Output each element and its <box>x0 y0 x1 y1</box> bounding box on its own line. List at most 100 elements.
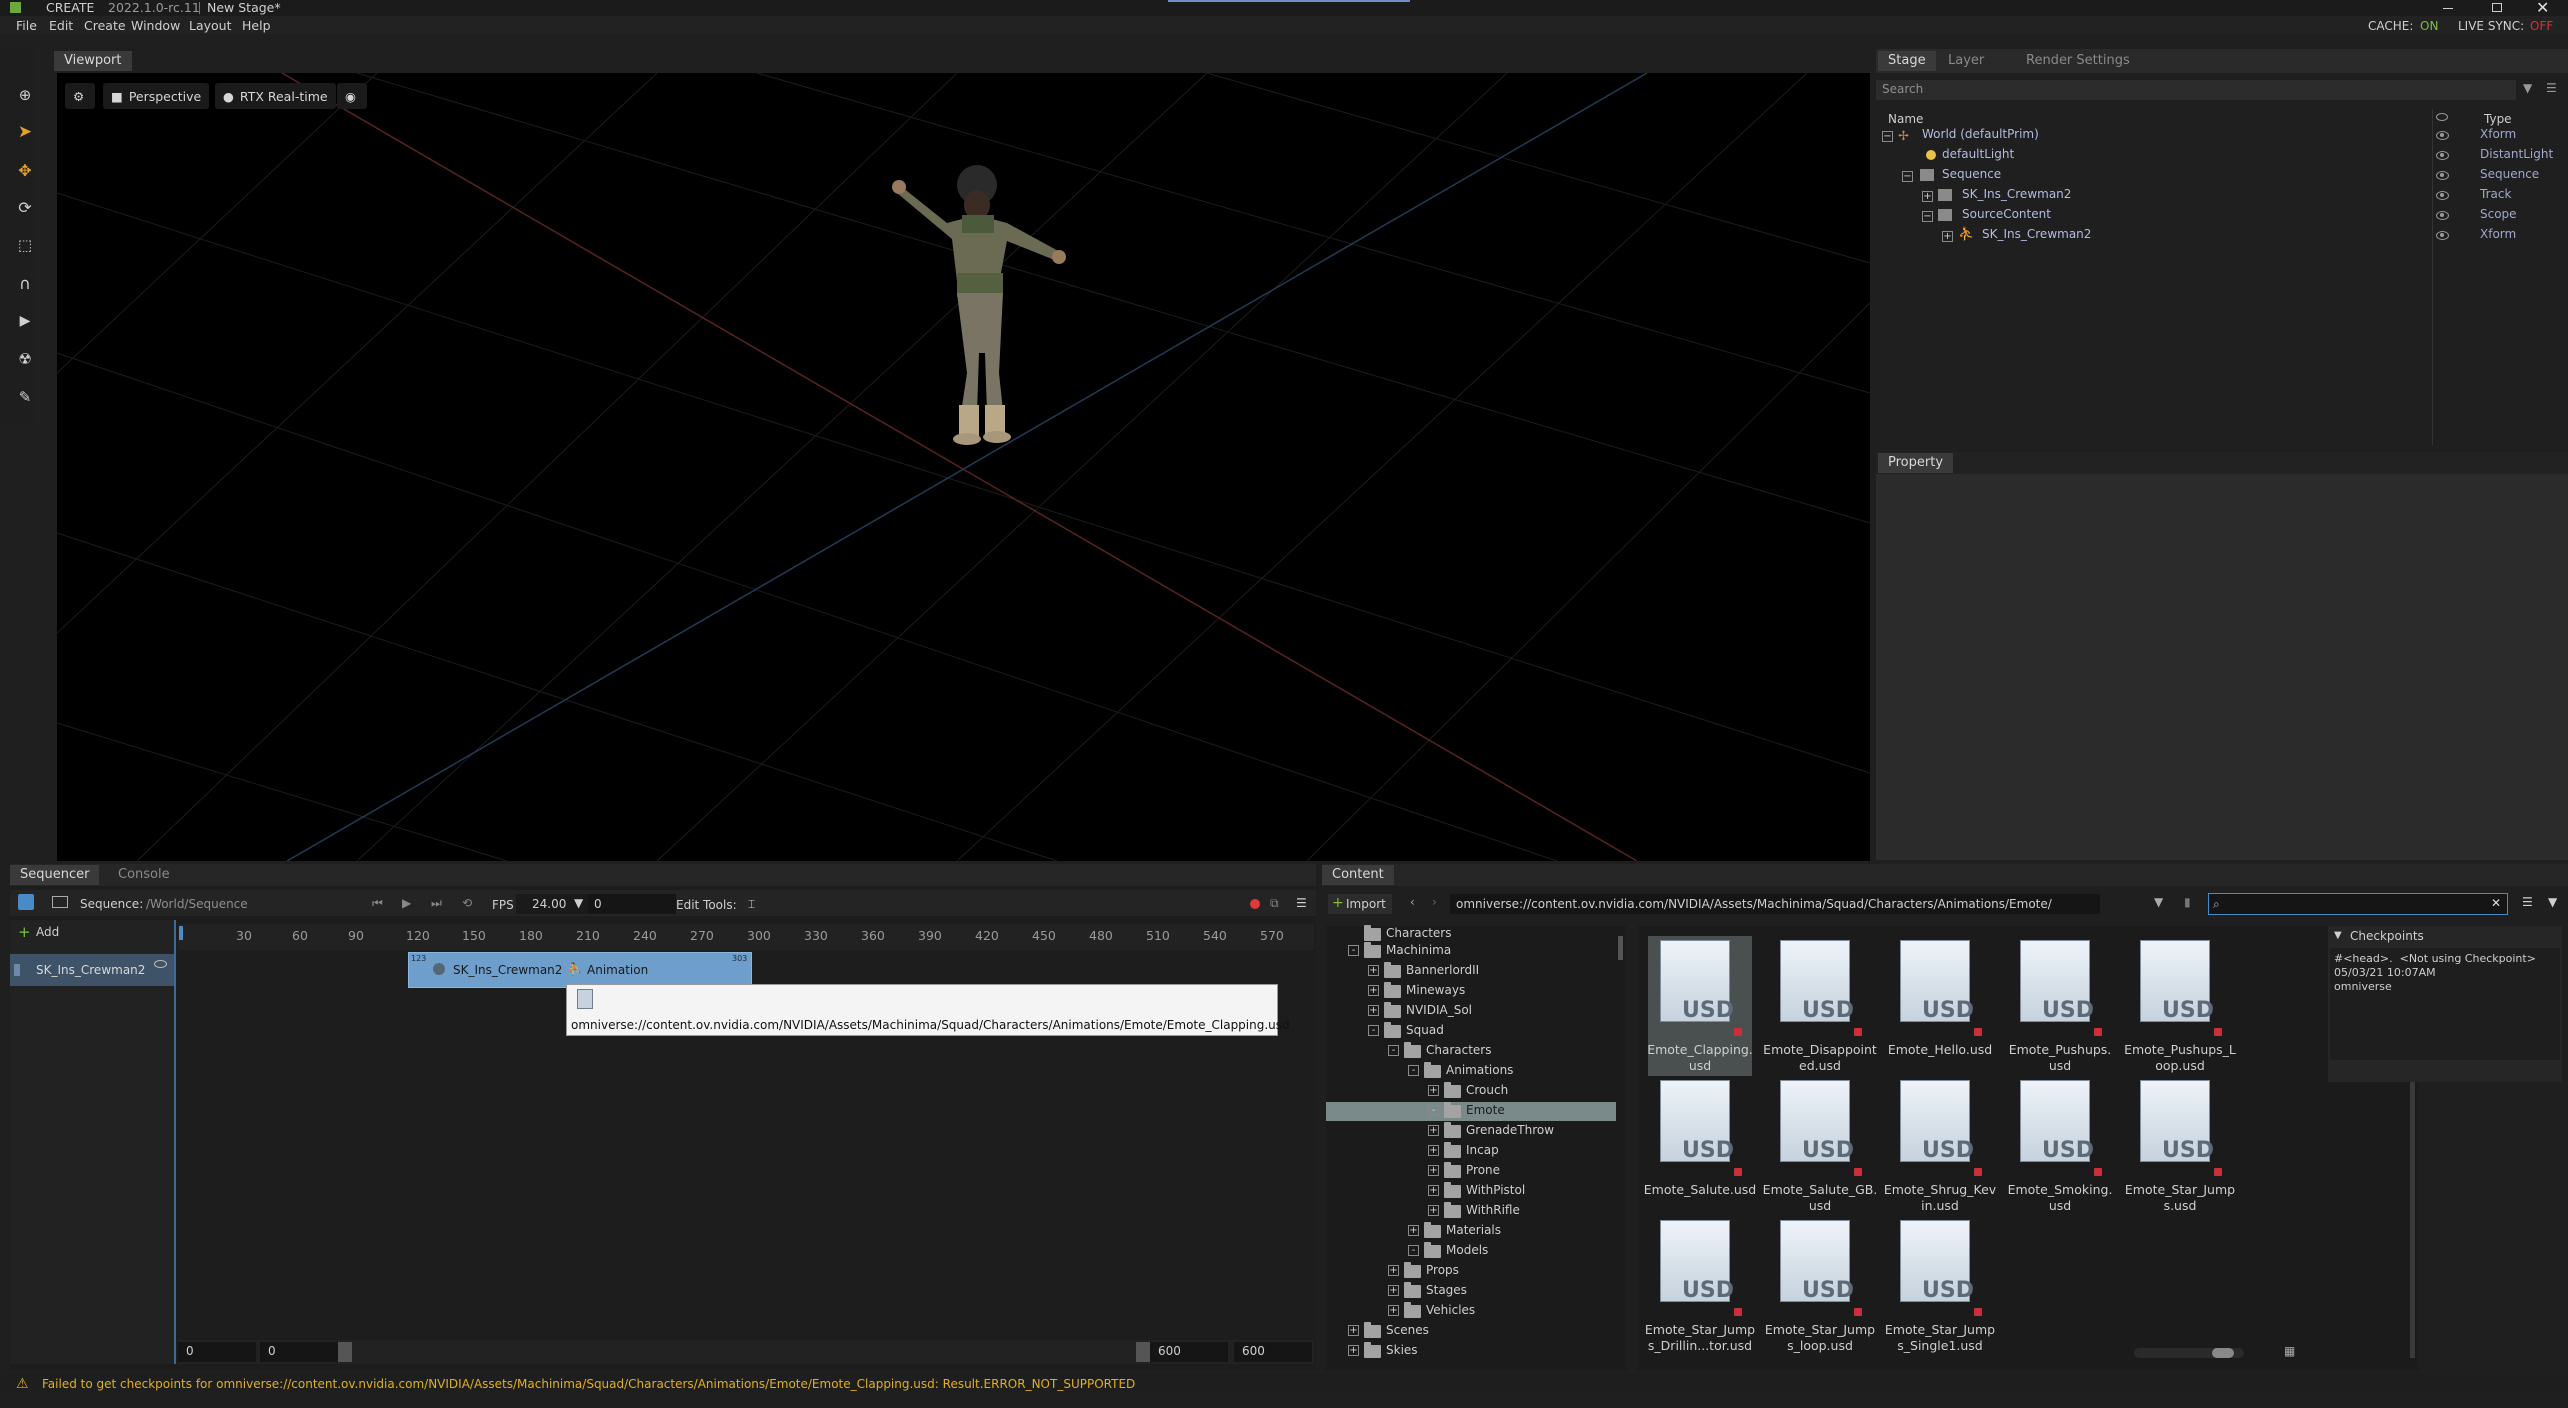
usd-file-icon[interactable]: USD <box>2140 940 2226 1038</box>
animation-clip[interactable]: 123 303 SK_Ins_Crewman2 ⛹ Animation <box>408 952 752 988</box>
eye-icon[interactable] <box>154 960 167 968</box>
tree-item[interactable]: WithRifle <box>1466 1203 1520 1217</box>
forward-arrow-icon[interactable]: › <box>1432 895 1437 909</box>
tree-item[interactable]: Scenes <box>1386 1323 1429 1337</box>
tree-item[interactable]: WithPistol <box>1466 1183 1525 1197</box>
record-icon[interactable] <box>1250 899 1260 909</box>
range-start-input-2[interactable]: 0 <box>260 1342 338 1362</box>
add-icon[interactable]: + <box>18 923 31 941</box>
checkpoints-triangle-icon[interactable]: ▼ <box>2334 930 2342 941</box>
tree-collapse-sequence[interactable]: − <box>1902 171 1913 182</box>
tree-toggle[interactable]: - <box>1348 945 1359 956</box>
prim-track[interactable]: SK_Ins_Crewman2 <box>1962 187 2071 201</box>
tree-toggle[interactable]: + <box>1368 985 1379 996</box>
file-name[interactable]: Emote_Star_Jump s_loop.usd <box>1760 1322 1880 1354</box>
playhead[interactable] <box>179 926 183 940</box>
usd-file-icon[interactable]: USD <box>2020 1080 2106 1178</box>
tree-item[interactable]: Materials <box>1446 1223 1501 1237</box>
tree-toggle[interactable]: - <box>1428 1105 1439 1116</box>
tree-collapse-sourcecontent[interactable]: − <box>1922 211 1933 222</box>
bookmark-icon[interactable]: ▮ <box>2184 895 2191 909</box>
play-button-icon[interactable]: ▶ <box>402 896 411 910</box>
tab-layer[interactable]: Layer <box>1938 51 1994 71</box>
minimize-icon[interactable] <box>2443 8 2453 9</box>
usd-file-icon[interactable]: USD <box>2020 940 2106 1038</box>
name-column-header[interactable]: Name <box>1888 112 1923 126</box>
file-name[interactable]: Emote_Star_Jump s_Drillin...tor.usd <box>1640 1322 1760 1354</box>
tree-toggle[interactable]: + <box>1368 1005 1379 1016</box>
file-name[interactable]: Emote_Shrug_Kev in.usd <box>1880 1182 2000 1214</box>
file-name[interactable]: Emote_Pushups_L oop.usd <box>2120 1042 2240 1074</box>
prev-key-icon[interactable]: ⏮ <box>372 896 383 911</box>
usd-file-icon[interactable]: USD <box>1900 1220 1986 1318</box>
visibility-icon[interactable] <box>2436 191 2449 200</box>
tree-expand-skeleton[interactable]: + <box>1942 231 1953 242</box>
range-end-input-2[interactable]: 600 <box>1234 1342 1312 1362</box>
select-arrow-icon[interactable]: ➤ <box>14 121 36 143</box>
tree-toggle[interactable]: - <box>1408 1245 1419 1256</box>
menu-create[interactable]: Create <box>84 18 126 33</box>
tree-item[interactable]: BannerlordII <box>1406 963 1479 977</box>
select-mode-icon[interactable]: ⊕ <box>14 84 36 106</box>
tree-toggle[interactable]: + <box>1428 1205 1439 1216</box>
play-icon[interactable]: ▶ <box>14 310 36 332</box>
usd-file-icon[interactable]: USD <box>2140 1080 2226 1178</box>
visibility-icon[interactable] <box>2436 171 2449 180</box>
tree-toggle[interactable]: + <box>1428 1165 1439 1176</box>
menu-layout[interactable]: Layout <box>189 18 232 33</box>
tree-item[interactable]: Vehicles <box>1426 1303 1475 1317</box>
tree-toggle[interactable]: + <box>1408 1225 1419 1236</box>
tree-item[interactable]: Prone <box>1466 1163 1500 1177</box>
add-track-button[interactable]: Add <box>36 925 59 939</box>
usd-file-icon[interactable]: USD <box>1780 1080 1866 1178</box>
visibility-icon[interactable] <box>2436 211 2449 220</box>
path-field[interactable]: omniverse://content.ov.nvidia.com/NVIDIA… <box>1450 894 2100 914</box>
range-start-input[interactable]: 0 <box>178 1342 256 1362</box>
window-drag-handle[interactable] <box>1168 0 1410 2</box>
loop-icon[interactable]: ⟲ <box>462 896 472 910</box>
usd-file-icon[interactable]: USD <box>1900 940 1986 1038</box>
file-name[interactable]: Emote_Smoking. usd <box>2000 1182 2120 1214</box>
tree-item[interactable]: GrenadeThrow <box>1466 1123 1554 1137</box>
next-key-icon[interactable]: ⏭ <box>431 896 442 911</box>
visibility-icon[interactable] <box>2436 151 2449 160</box>
scale-icon[interactable]: ⬚ <box>14 234 36 256</box>
tree-item[interactable]: Characters <box>1386 926 1452 940</box>
tab-render-settings[interactable]: Render Settings <box>2016 51 2140 71</box>
file-name[interactable]: Emote_Star_Jump s.usd <box>2120 1182 2240 1214</box>
file-name[interactable]: Emote_Clapping. usd <box>1640 1042 1760 1074</box>
prim-default-light[interactable]: defaultLight <box>1942 147 2014 161</box>
cache-status[interactable]: ON <box>2420 19 2438 33</box>
stage-search[interactable]: Search <box>1876 80 2516 100</box>
tab-sequencer[interactable]: Sequencer <box>10 865 100 885</box>
cursor-tool-icon[interactable]: ⌶ <box>748 897 755 912</box>
move-icon[interactable]: ✥ <box>14 159 36 181</box>
range-slider-end[interactable] <box>1136 1342 1150 1362</box>
physics-icon[interactable]: ☢ <box>14 348 36 370</box>
close-icon[interactable]: ✕ <box>2536 0 2549 17</box>
menu-edit[interactable]: Edit <box>49 18 73 33</box>
tree-item[interactable]: Animations <box>1446 1063 1513 1077</box>
tree-toggle[interactable]: + <box>1428 1085 1439 1096</box>
file-name[interactable]: Emote_Disappoint ed.usd <box>1760 1042 1880 1074</box>
file-name[interactable]: Emote_Salute.usd <box>1640 1182 1760 1198</box>
tree-item[interactable]: NVIDIA_Sol <box>1406 1003 1472 1017</box>
rotate-icon[interactable]: ⟳ <box>14 196 36 218</box>
file-name[interactable]: Emote_Pushups. usd <box>2000 1042 2120 1074</box>
checkpoint-entry[interactable]: #<head>. <Not using Checkpoint> 05/03/21… <box>2330 948 2560 1060</box>
list-view-icon[interactable]: ☰ <box>2522 895 2533 909</box>
menu-help[interactable]: Help <box>242 18 271 33</box>
tree-item[interactable]: Characters <box>1426 1043 1492 1057</box>
usd-file-icon[interactable]: USD <box>1660 1220 1746 1318</box>
clip-icon[interactable] <box>52 896 68 908</box>
prim-sequence[interactable]: Sequence <box>1942 167 2001 181</box>
type-column-header[interactable]: Type <box>2484 112 2512 126</box>
path-dropdown-icon[interactable]: ▼ <box>2154 895 2163 909</box>
paint-icon[interactable]: ✎ <box>14 386 36 408</box>
current-frame-input[interactable]: 0 <box>588 894 676 914</box>
prim-world[interactable]: World (defaultPrim) <box>1922 127 2039 141</box>
tree-toggle[interactable]: + <box>1388 1305 1399 1316</box>
snap-icon[interactable]: ∩ <box>14 272 36 294</box>
tree-item[interactable]: Models <box>1446 1243 1488 1257</box>
tree-item[interactable]: Mineways <box>1406 983 1465 997</box>
